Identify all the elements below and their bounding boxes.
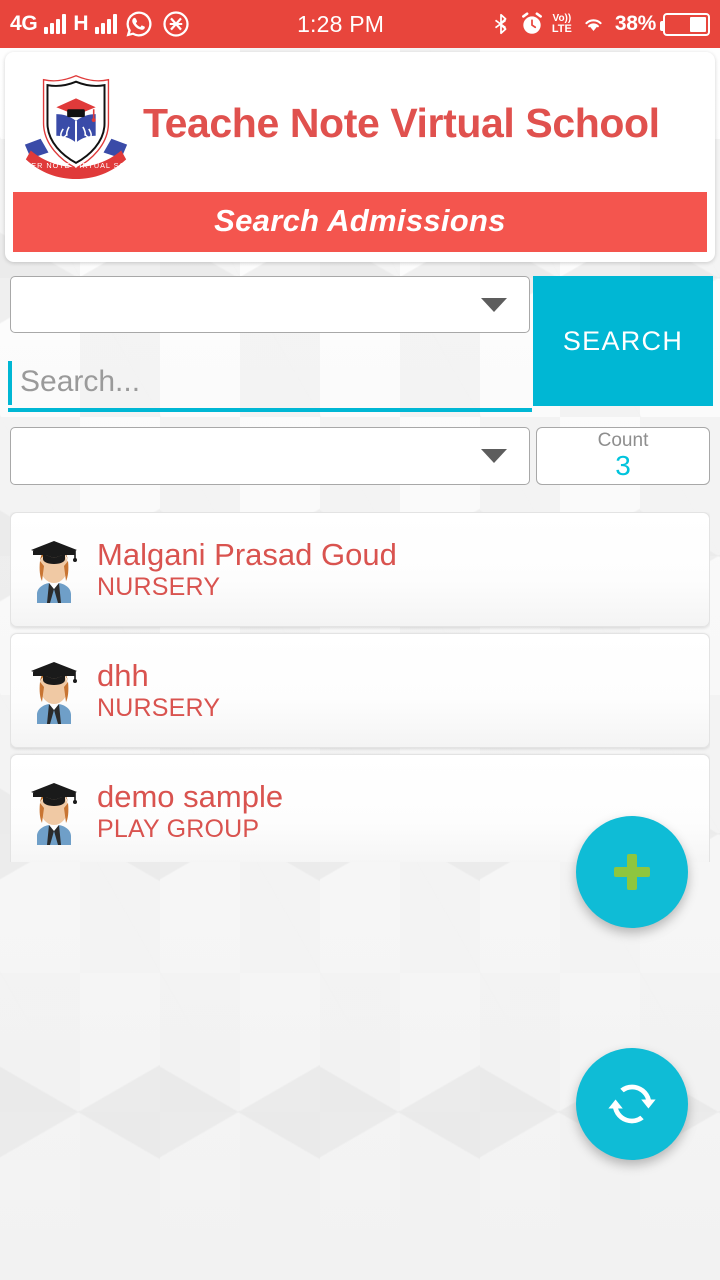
status-bar-left: 4G H: [10, 9, 191, 39]
school-crest-logo-icon: TEACHER NOTE VIRTUAL SCHOOL: [17, 75, 135, 180]
chevron-down-icon-2: [481, 449, 507, 463]
student-class: NURSERY: [97, 694, 221, 723]
status-bar-right: Vo)) LTE 38%: [490, 11, 710, 37]
student-name: demo sample: [97, 778, 284, 814]
student-info: demo sample PLAY GROUP: [97, 779, 283, 845]
add-admission-fab[interactable]: [576, 816, 688, 928]
no-disturb-icon: [163, 11, 189, 37]
header-card: TEACHER NOTE VIRTUAL SCHOOL Teache Note …: [5, 52, 715, 262]
page-title: Teache Note Virtual School: [143, 99, 660, 146]
status-bar: 4G H 1:28 PM Vo)) LTE 38%: [0, 0, 720, 48]
wifi-icon: [585, 19, 602, 32]
student-avatar-icon: [31, 661, 77, 724]
volte-icon: Vo)) LTE: [551, 12, 572, 35]
student-avatar-icon: [31, 782, 77, 845]
search-input[interactable]: [8, 364, 532, 399]
bluetooth-icon: [494, 13, 507, 35]
chevron-down-icon: [481, 297, 507, 312]
clock-label: 1:28 PM: [297, 10, 385, 37]
student-info: dhh NURSERY: [97, 658, 220, 724]
whatsapp-icon: [126, 11, 152, 37]
student-info: Malgani Prasad Goud NURSERY: [97, 537, 397, 603]
svg-text:TEACHER NOTE VIRTUAL SCHOOL: TEACHER NOTE VIRTUAL SCHOOL: [17, 161, 135, 170]
network-type-label: 4G: [10, 12, 38, 35]
brand-row: TEACHER NOTE VIRTUAL SCHOOL Teache Note …: [13, 60, 707, 184]
count-label: Count: [597, 430, 649, 452]
student-name: dhh: [97, 657, 149, 693]
student-name: Malgani Prasad Goud: [97, 536, 397, 572]
table-row[interactable]: dhh NURSERY: [10, 633, 710, 748]
refresh-icon: [608, 1084, 656, 1124]
refresh-fab[interactable]: [576, 1048, 688, 1160]
plus-icon: [614, 854, 650, 890]
student-class: PLAY GROUP: [97, 815, 260, 844]
battery-percent-label: 38%: [614, 12, 656, 35]
count-value: 3: [615, 450, 631, 482]
student-avatar-icon: [31, 540, 77, 603]
section-filter-dropdown[interactable]: [10, 427, 530, 485]
signal-bars-icon-2: [95, 14, 118, 34]
search-input-wrap[interactable]: [8, 355, 532, 412]
status-bar-clock: 1:28 PM: [297, 11, 384, 38]
student-class: NURSERY: [97, 573, 221, 602]
results-list[interactable]: Malgani Prasad Goud NURSERY dhh NURSERY de…: [10, 512, 710, 862]
network-type-2-label: H: [73, 12, 89, 35]
class-filter-dropdown[interactable]: [10, 276, 530, 333]
signal-bars-icon: [44, 14, 67, 34]
battery-icon: [660, 12, 710, 36]
alarm-clock-icon: [521, 12, 542, 34]
search-admissions-banner[interactable]: Search Admissions: [13, 192, 707, 252]
search-button[interactable]: SEARCH: [533, 276, 713, 406]
table-row[interactable]: Malgani Prasad Goud NURSERY: [10, 512, 710, 627]
count-box: Count 3: [536, 427, 710, 485]
